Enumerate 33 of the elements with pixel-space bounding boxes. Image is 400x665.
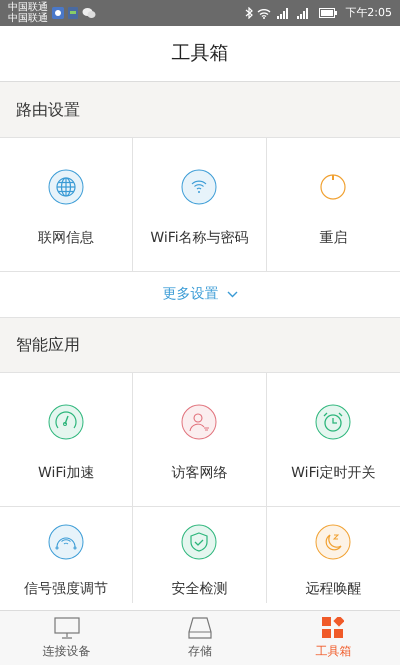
tool-tile[interactable]: WiFi定时开关 [266,373,400,507]
bluetooth-icon [245,7,254,19]
globe-icon [47,168,86,206]
wifi-icon [180,168,218,206]
wifi-icon [257,8,272,18]
app-icon [52,7,64,19]
tool-tile[interactable]: 联网信息 [0,138,134,272]
shield-icon [180,523,218,561]
nav-tab[interactable]: 存储 [133,611,267,665]
nav-tab[interactable]: 连接设备 [0,611,134,665]
battery-icon [319,8,338,18]
gauge-icon [47,403,86,441]
alarm-icon [314,403,352,441]
tool-tile[interactable]: 信号强度调节 [0,507,134,603]
page-title: 工具箱 [172,41,228,66]
tool-tile[interactable]: 安全检测 [133,507,267,603]
section-header: 智能应用 [16,334,80,356]
tool-tile[interactable]: 远程唤醒 [266,507,400,603]
tool-tile[interactable]: 访客网络 [133,373,267,507]
chevron-down-icon [226,291,238,298]
tool-tile[interactable]: WiFi名称与密码 [133,138,267,272]
carrier-text: 中国联通 [8,2,48,13]
carrier-text: 中国联通 [8,13,48,24]
moon-icon [314,523,352,561]
section-header: 路由设置 [16,98,80,120]
tool-tile[interactable]: WiFi加速 [0,373,134,507]
clock-text: 下午2:05 [345,4,392,21]
monitor-icon [54,616,80,638]
tool-tile[interactable]: 重启 [266,138,400,272]
tiles-icon [322,616,344,638]
chat-icon [82,7,96,19]
drive-icon [188,616,212,638]
app-icon [68,7,78,19]
